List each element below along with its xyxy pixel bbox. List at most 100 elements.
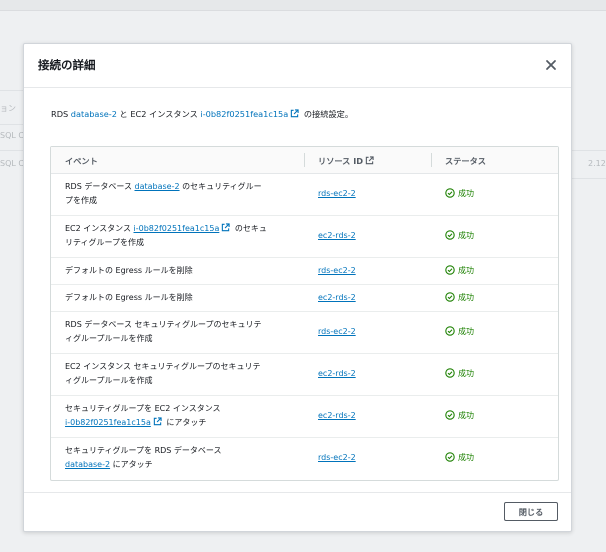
check-circle-icon <box>445 292 455 302</box>
status-label: 成功 <box>458 293 474 302</box>
column-header-event: イベント <box>65 156 98 166</box>
instance-link[interactable]: i-0b82f0251fea1c15a <box>134 224 220 233</box>
table-row: デフォルトの Egress ルールを削除 rds-ec2-2 成功 <box>51 258 558 285</box>
status-label: 成功 <box>458 327 474 336</box>
instance-link[interactable]: i-0b82f0251fea1c15a <box>65 418 151 427</box>
resource-id-link[interactable]: rds-ec2-2 <box>318 327 356 336</box>
resource-id-link[interactable]: rds-ec2-2 <box>318 189 356 198</box>
event-cell: RDS データベース セキュリティグループのセキュリテ ィグループルールを作成 <box>65 318 301 346</box>
event-text: EC2 インスタンス <box>65 224 134 233</box>
check-circle-icon <box>445 230 455 240</box>
table-row: セキュリティグループを RDS データベース database-2 にアタッチ … <box>51 438 558 479</box>
column-divider <box>431 153 432 167</box>
background-text: SQL C <box>0 131 24 140</box>
resource-id-header-label: リソース ID <box>318 156 364 166</box>
table-row: デフォルトの Egress ルールを削除 ec2-rds-2 成功 <box>51 285 558 312</box>
column-header-status: ステータス <box>445 156 486 166</box>
resource-id-link[interactable]: ec2-rds-2 <box>318 293 356 302</box>
table-row: EC2 インスタンス i-0b82f0251fea1c15a のセキュ リティグ… <box>51 216 558 258</box>
close-button[interactable]: 閉じる <box>504 502 558 521</box>
event-text: のセキュリティグルー <box>179 182 262 191</box>
background-divider <box>570 178 606 179</box>
database-link[interactable]: database-2 <box>71 109 117 119</box>
status-label: 成功 <box>458 189 474 198</box>
modal-footer: 閉じる <box>24 492 571 531</box>
column-divider <box>304 153 305 167</box>
database-link[interactable]: database-2 <box>65 460 110 469</box>
background-text: SQL C <box>0 159 24 168</box>
status-success: 成功 <box>445 292 474 303</box>
check-circle-icon <box>445 326 455 336</box>
connection-description: RDS database-2 と EC2 インスタンス i-0b82f0251f… <box>51 108 551 120</box>
table-row: セキュリティグループを EC2 インスタンス i-0b82f0251fea1c1… <box>51 396 558 438</box>
event-text: プを作成 <box>65 196 97 205</box>
status-success: 成功 <box>445 326 474 337</box>
status-label: 成功 <box>458 266 474 275</box>
resource-id-link[interactable]: rds-ec2-2 <box>318 453 356 462</box>
table-header: イベント リソース ID ステータス <box>51 147 558 174</box>
status-label: 成功 <box>458 411 474 420</box>
column-header-resource-id: リソース ID <box>318 155 376 167</box>
status-success: 成功 <box>445 368 474 379</box>
table-row: RDS データベース セキュリティグループのセキュリテ ィグループルールを作成 … <box>51 312 558 354</box>
check-circle-icon <box>445 265 455 275</box>
event-text: ィグループルールを作成 <box>65 376 153 385</box>
table-row: EC2 インスタンス セキュリティグループのセキュリテ ィグループルールを作成 … <box>51 354 558 396</box>
event-cell: セキュリティグループを RDS データベース database-2 にアタッチ <box>65 444 301 472</box>
background-top-bar <box>0 0 606 11</box>
status-success: 成功 <box>445 188 474 199</box>
instance-link[interactable]: i-0b82f0251fea1c15a <box>200 109 288 119</box>
events-table: イベント リソース ID ステータス RDS データベース database-2… <box>50 146 559 481</box>
status-success: 成功 <box>445 265 474 276</box>
resource-id-link[interactable]: ec2-rds-2 <box>318 411 356 420</box>
event-text: にアタッチ <box>163 418 207 427</box>
check-circle-icon <box>445 452 455 462</box>
background-divider <box>0 124 24 125</box>
modal-title: 接続の詳細 <box>38 58 96 72</box>
background-divider <box>570 150 606 151</box>
event-cell: EC2 インスタンス セキュリティグループのセキュリテ ィグループルールを作成 <box>65 360 301 388</box>
event-cell: デフォルトの Egress ルールを削除 <box>65 293 193 302</box>
status-label: 成功 <box>458 231 474 240</box>
database-link[interactable]: database-2 <box>134 182 179 191</box>
external-link-icon <box>365 156 374 165</box>
table-row: RDS データベース database-2 のセキュリティグルー プを作成 rd… <box>51 174 558 216</box>
event-text: ィグループルールを作成 <box>65 334 153 343</box>
background-divider <box>0 150 24 151</box>
check-circle-icon <box>445 410 455 420</box>
description-text: と EC2 インスタンス <box>116 109 201 119</box>
resource-id-link[interactable]: ec2-rds-2 <box>318 369 356 378</box>
event-cell: RDS データベース database-2 のセキュリティグルー プを作成 <box>65 180 301 208</box>
event-text: RDS データベース <box>65 182 135 191</box>
status-success: 成功 <box>445 452 474 463</box>
event-text: セキュリティグループを EC2 インスタンス <box>65 404 221 413</box>
status-label: 成功 <box>458 369 474 378</box>
check-circle-icon <box>445 188 455 198</box>
event-cell: EC2 インスタンス i-0b82f0251fea1c15a のセキュ リティグ… <box>65 222 301 250</box>
background-text: ョン <box>0 104 16 113</box>
external-link-icon <box>290 109 299 118</box>
status-label: 成功 <box>458 453 474 462</box>
check-circle-icon <box>445 368 455 378</box>
status-success: 成功 <box>445 230 474 241</box>
event-text: RDS データベース セキュリティグループのセキュリテ <box>65 320 262 329</box>
connection-details-modal: 接続の詳細 RDS database-2 と EC2 インスタンス i-0b82… <box>23 43 572 532</box>
modal-header: 接続の詳細 <box>24 44 571 88</box>
external-link-icon <box>153 417 162 426</box>
event-cell: セキュリティグループを EC2 インスタンス i-0b82f0251fea1c1… <box>65 402 301 430</box>
external-link-icon <box>221 223 230 232</box>
event-text: のセキュ <box>232 224 267 233</box>
status-success: 成功 <box>445 410 474 421</box>
description-text: RDS <box>51 109 71 119</box>
event-text: にアタッチ <box>110 460 153 469</box>
background-text: 2.12 <box>588 159 606 168</box>
event-cell: デフォルトの Egress ルールを削除 <box>65 266 193 275</box>
event-text: EC2 インスタンス セキュリティグループのセキュリテ <box>65 362 261 371</box>
resource-id-link[interactable]: ec2-rds-2 <box>318 231 356 240</box>
description-text: の接続設定。 <box>301 109 354 119</box>
background-divider <box>0 90 24 91</box>
resource-id-link[interactable]: rds-ec2-2 <box>318 266 356 275</box>
event-text: セキュリティグループを RDS データベース <box>65 446 222 455</box>
close-icon[interactable] <box>543 57 559 73</box>
event-text: リティグループを作成 <box>65 238 145 247</box>
